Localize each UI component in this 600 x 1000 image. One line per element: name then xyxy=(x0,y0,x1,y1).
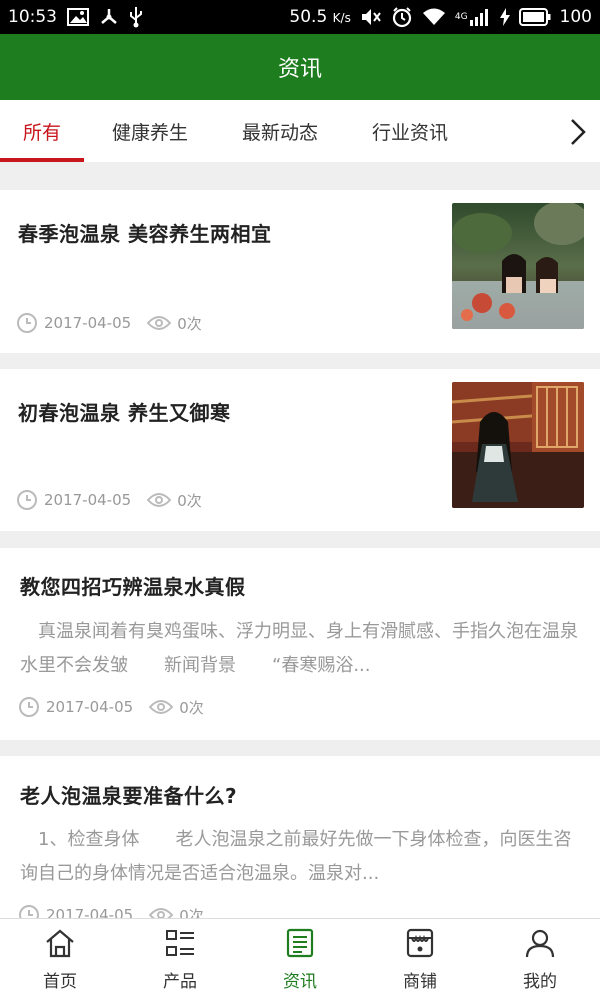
article-card[interactable]: 老人泡温泉要准备什么? 1、检查身体 老人泡温泉之前最好先做一下身体检查，向医生… xyxy=(0,756,600,925)
status-time: 10:53 xyxy=(8,7,57,27)
article-thumbnail xyxy=(452,203,584,329)
nav-mine[interactable]: 我的 xyxy=(480,919,600,1000)
product-list-icon xyxy=(164,928,196,963)
news-icon xyxy=(284,928,316,963)
wifi-icon xyxy=(422,7,446,27)
user-icon xyxy=(524,928,556,963)
clock-icon xyxy=(16,312,38,334)
category-tabs: 所有 健康养生 最新动态 行业资讯 xyxy=(0,100,600,162)
battery-level: 100 xyxy=(559,7,592,27)
nav-shop[interactable]: 商铺 xyxy=(360,919,480,1000)
article-meta: 2017-04-05 0次 xyxy=(18,696,204,718)
article-card[interactable]: 教您四招巧辨温泉水真假 真温泉闻着有臭鸡蛋味、浮力明显、身上有滑腻感、手指久泡在… xyxy=(0,548,600,740)
chevron-right-icon[interactable] xyxy=(566,118,590,146)
article-summary: 真温泉闻着有臭鸡蛋味、浮力明显、身上有滑腻感、手指久泡在温泉水里不会发皱 新闻背… xyxy=(20,621,578,676)
bottom-nav: 首页 产品 资讯 商铺 我的 xyxy=(0,918,600,1000)
nav-home[interactable]: 首页 xyxy=(0,919,120,1000)
nav-news[interactable]: 资讯 xyxy=(240,919,360,1000)
eye-icon xyxy=(147,315,172,331)
battery-icon xyxy=(518,8,551,26)
shop-icon xyxy=(404,928,436,963)
article-views: 0次 xyxy=(179,698,204,717)
status-bar: 10:53 50.5 K/s 4G 100 xyxy=(0,0,600,34)
home-icon xyxy=(44,928,76,963)
nav-products[interactable]: 产品 xyxy=(120,919,240,1000)
tab-all[interactable]: 所有 xyxy=(0,100,84,162)
tab-industry[interactable]: 行业资讯 xyxy=(356,100,464,162)
image-icon xyxy=(67,8,89,26)
article-title: 教您四招巧辨温泉水真假 xyxy=(20,575,246,599)
article-date: 2017-04-05 xyxy=(44,314,132,332)
mute-icon xyxy=(360,7,382,27)
clock-icon xyxy=(16,489,38,511)
article-title: 初春泡温泉 养生又御寒 xyxy=(18,401,231,425)
signal-icon: 4G xyxy=(455,8,491,26)
tab-latest[interactable]: 最新动态 xyxy=(226,100,334,162)
eye-icon xyxy=(149,699,174,715)
article-card[interactable]: 春季泡温泉 美容养生两相宜 2017-04-05 0次 xyxy=(0,190,600,353)
clock-icon xyxy=(18,696,40,718)
article-views: 0次 xyxy=(177,491,202,510)
article-meta: 2017-04-05 0次 xyxy=(16,489,202,511)
article-date: 2017-04-05 xyxy=(44,491,132,509)
article-summary: 1、检查身体 老人泡温泉之前最好先做一下身体检查，向医生咨询自己的身体情况是否适… xyxy=(20,829,572,884)
tab-health[interactable]: 健康养生 xyxy=(96,100,204,162)
alarm-icon xyxy=(391,6,413,28)
eye-icon xyxy=(147,492,172,508)
network-speed: 50.5 K/s xyxy=(289,7,351,27)
article-views: 0次 xyxy=(177,314,202,333)
usb-share-icon xyxy=(99,7,119,27)
article-meta: 2017-04-05 0次 xyxy=(16,312,202,334)
article-title: 春季泡温泉 美容养生两相宜 xyxy=(18,222,272,246)
article-title: 老人泡温泉要准备什么? xyxy=(20,784,238,808)
article-thumbnail xyxy=(452,382,584,508)
article-card[interactable]: 初春泡温泉 养生又御寒 2017-04-05 0次 xyxy=(0,369,600,531)
page-title: 资讯 xyxy=(277,57,322,82)
article-date: 2017-04-05 xyxy=(46,698,134,716)
charging-icon xyxy=(499,8,510,26)
usb-icon xyxy=(129,6,143,28)
app-header: 资讯 xyxy=(0,34,600,100)
